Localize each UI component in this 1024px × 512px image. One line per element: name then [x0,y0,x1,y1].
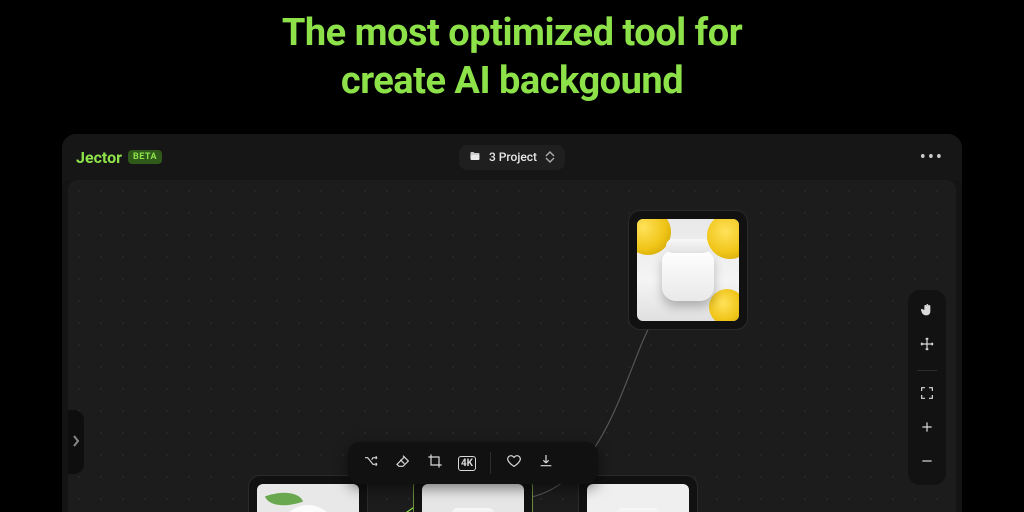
move-tool-button[interactable] [913,332,941,360]
hand-icon [919,302,935,322]
move-icon [919,336,935,356]
chevron-right-icon [72,433,80,452]
node-thumbnail [587,484,689,512]
shuffle-button[interactable] [356,448,386,478]
crop-icon [427,453,443,473]
favorite-button[interactable] [499,448,529,478]
download-icon [538,453,554,473]
fit-icon [919,385,935,405]
project-selector[interactable]: 3 Project [459,145,565,170]
app-window: Jector BETA 3 Project ••• [62,134,962,512]
more-menu-button[interactable]: ••• [916,143,948,172]
brand-beta-badge: BETA [128,150,162,164]
fit-view-button[interactable] [913,381,941,409]
folder-icon [469,150,481,165]
zoom-out-button[interactable] [913,449,941,477]
hero-title-line1: The most optimized tool for [282,11,742,55]
node-toolbar: 4K [348,442,598,484]
shuffle-icon [363,453,379,473]
project-selector-label: 3 Project [489,150,537,164]
quality-4k-label: 4K [458,456,476,471]
canvas-node[interactable] [248,475,368,512]
hero-title: The most optimized tool for create AI ba… [0,0,1024,105]
toolbar-divider [917,370,937,371]
quality-4k-button[interactable]: 4K [452,448,482,478]
canvas[interactable]: 4K [68,180,956,512]
erase-button[interactable] [388,448,418,478]
brand: Jector BETA [76,148,162,167]
minus-icon [919,453,935,473]
toolbar-divider [490,452,491,474]
zoom-in-button[interactable] [913,415,941,443]
node-thumbnail [422,484,524,512]
brand-name: Jector [76,148,122,167]
chevron-updown-icon [545,151,555,163]
download-button[interactable] [531,448,561,478]
plus-icon [919,419,935,439]
node-thumbnail [637,219,739,321]
topbar: Jector BETA 3 Project ••• [62,134,962,180]
hand-tool-button[interactable] [913,298,941,326]
eraser-icon [395,453,411,473]
canvas-node[interactable] [628,210,748,330]
left-drawer-handle[interactable] [68,410,84,474]
crop-button[interactable] [420,448,450,478]
view-toolbar [908,290,946,485]
hero-title-line2: create AI backgound [341,59,683,103]
heart-icon [506,453,522,473]
node-thumbnail [257,484,359,512]
canvas-node[interactable] [578,475,698,512]
